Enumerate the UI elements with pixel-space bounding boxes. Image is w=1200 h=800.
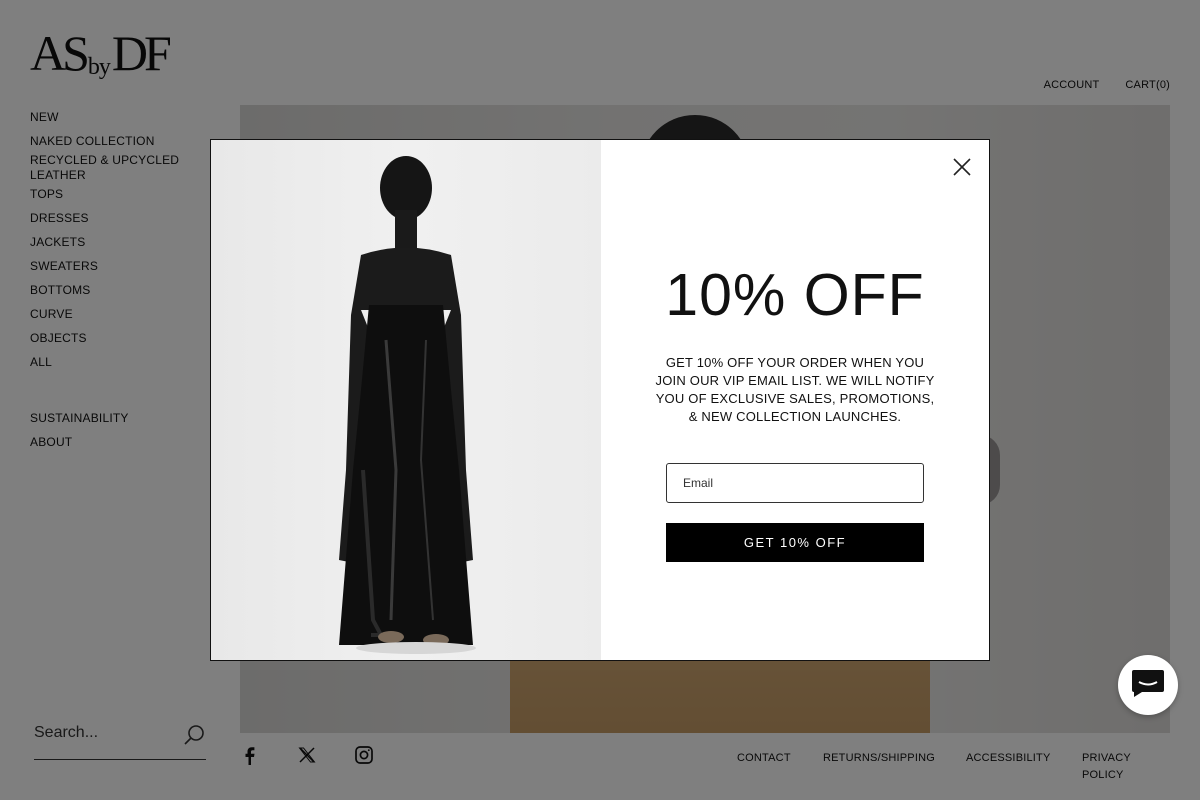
get-discount-button[interactable]: GET 10% OFF — [666, 523, 924, 562]
close-icon[interactable] — [951, 156, 973, 178]
popup-content: 10% OFF GET 10% OFF YOUR ORDER WHEN YOU … — [601, 140, 989, 660]
chat-button[interactable] — [1118, 655, 1178, 715]
popup-description: GET 10% OFF YOUR ORDER WHEN YOU JOIN OUR… — [655, 355, 935, 424]
popup-model-photo — [211, 140, 601, 660]
discount-popup: 10% OFF GET 10% OFF YOUR ORDER WHEN YOU … — [210, 139, 990, 661]
chat-icon — [1130, 668, 1166, 703]
popup-headline: 10% OFF — [665, 262, 925, 328]
email-field[interactable] — [666, 463, 924, 503]
